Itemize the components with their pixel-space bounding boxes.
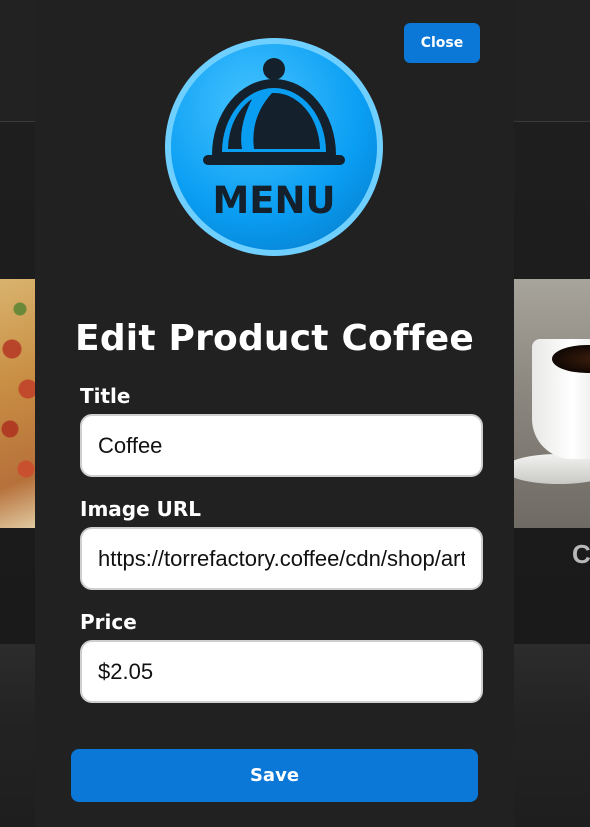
title-label: Title bbox=[80, 384, 131, 408]
price-label: Price bbox=[80, 610, 137, 634]
image-url-label: Image URL bbox=[80, 497, 202, 521]
modal-title: Edit Product Coffee bbox=[75, 318, 474, 359]
save-button[interactable]: Save bbox=[71, 749, 478, 802]
edit-product-modal: Close MENU Edit Product Coffee Title Ima… bbox=[35, 0, 514, 827]
logo-text: MENU bbox=[212, 179, 335, 222]
menu-cloche-icon: MENU bbox=[165, 38, 383, 256]
close-button[interactable]: Close bbox=[404, 23, 480, 63]
product-card-pizza-image[interactable] bbox=[0, 279, 35, 528]
product-card-title[interactable]: C bbox=[572, 539, 590, 570]
product-card-coffee-image[interactable] bbox=[514, 279, 590, 528]
image-url-input[interactable] bbox=[80, 527, 483, 590]
title-input[interactable] bbox=[80, 414, 483, 477]
price-input[interactable] bbox=[80, 640, 483, 703]
